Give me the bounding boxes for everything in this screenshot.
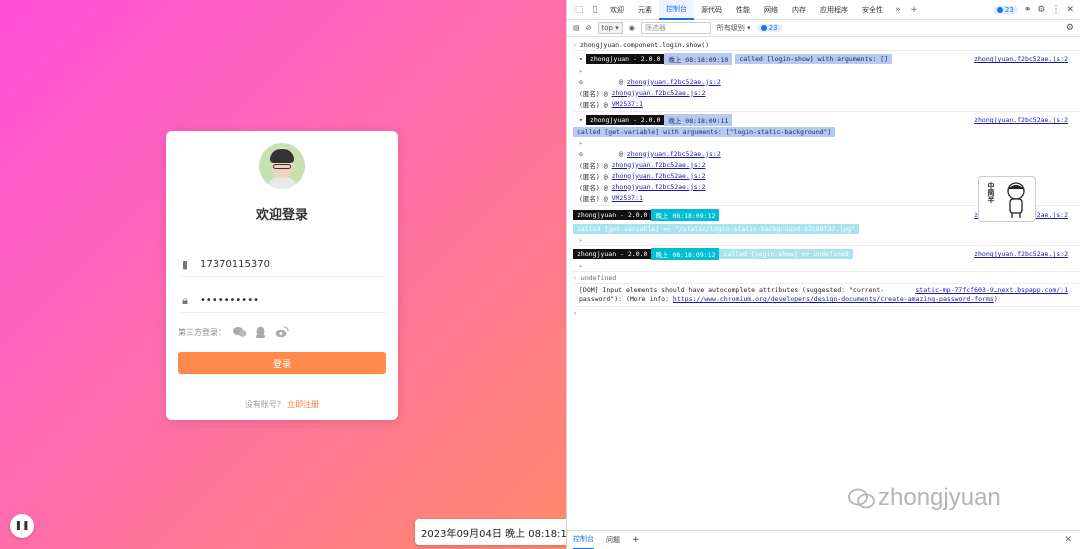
log-group-1[interactable]: ▾ zhongjyuan - 2.0.0 晚上 08:18:09:10 called…: [573, 53, 1080, 65]
no-account-text: 没有账号?: [244, 400, 282, 409]
phone-value: 17370115370: [200, 259, 270, 270]
drawer-tabbar: 控制台 问题 + ✕: [567, 530, 1080, 549]
tab-sources[interactable]: 源代码: [694, 0, 729, 20]
eye-icon[interactable]: ◉: [629, 24, 635, 32]
sidebar-toggle-icon[interactable]: ▤: [573, 24, 580, 32]
chromium-doc-link[interactable]: https://www.chromium.org/developers/desi…: [673, 295, 994, 303]
drawer-close-icon[interactable]: ✕: [1064, 535, 1072, 545]
login-card: 欢迎登录 ▮ 17370115370 🔒︎ •••••••••• 第三方登录： …: [166, 131, 398, 420]
weibo-icon[interactable]: [274, 325, 289, 339]
drawer-tab-console[interactable]: 控制台: [573, 531, 594, 549]
third-party-login: 第三方登录：: [178, 325, 289, 339]
welcome-title: 欢迎登录: [255, 208, 308, 223]
password-value: ••••••••••: [200, 295, 259, 306]
mascot-sticker: 中简半: [978, 176, 1036, 222]
pause-button[interactable]: ❚❚: [10, 514, 34, 538]
close-icon[interactable]: ✕: [1066, 5, 1074, 15]
clear-console-icon[interactable]: ⊘: [586, 24, 592, 32]
toolbar-issues-badge[interactable]: 23: [756, 24, 782, 32]
register-row: 没有账号? 立即注册: [166, 399, 398, 410]
levels-select[interactable]: 所有级别 ▾: [717, 23, 751, 33]
more-options-icon[interactable]: ⋮: [1051, 5, 1060, 15]
tab-performance[interactable]: 性能: [729, 0, 757, 20]
customize-icon[interactable]: ⚭: [1024, 5, 1032, 15]
register-link[interactable]: 立即注册: [287, 400, 319, 409]
return-value: undefined: [580, 273, 617, 282]
login-page: 欢迎登录 ▮ 17370115370 🔒︎ •••••••••• 第三方登录： …: [0, 0, 566, 549]
issues-badge[interactable]: 23: [992, 6, 1018, 14]
watermark: zhongjyuan: [848, 484, 1001, 512]
login-button[interactable]: 登录: [178, 352, 386, 374]
console-command: zhongjyuan.component.login.show(): [579, 40, 710, 49]
console-settings-icon[interactable]: ⚙: [1066, 23, 1074, 33]
inspect-icon[interactable]: ⬚: [571, 5, 587, 15]
log-group-2[interactable]: ▾ zhongjyuan - 2.0.0 晚上 08:18:09:11 zhong…: [573, 114, 1080, 126]
dom-warning: [DOM] Input elements should have autocom…: [579, 286, 1068, 303]
filter-input[interactable]: 筛选器: [640, 22, 711, 34]
tab-console[interactable]: 控制台: [659, 0, 694, 20]
drawer-add-icon[interactable]: +: [632, 535, 640, 545]
lock-icon: 🔒︎: [182, 293, 188, 307]
third-party-label: 第三方登录：: [178, 327, 226, 337]
tab-welcome[interactable]: 欢迎: [603, 0, 631, 20]
phone-field[interactable]: ▮ 17370115370: [178, 253, 386, 277]
source-link[interactable]: static-mp-77fcf603-9…next.bspapp.com/:1: [915, 286, 1068, 295]
log-group-4[interactable]: zhongjyuan - 2.0.0 晚上 08:18:09:12 called […: [573, 248, 1080, 260]
tab-application[interactable]: 应用程序: [813, 0, 855, 20]
tab-security[interactable]: 安全性: [855, 0, 890, 20]
avatar: [259, 143, 305, 189]
devtools-panel: ⬚ ▯ 欢迎 元素 控制台 源代码 性能 网络 内存 应用程序 安全性 » + …: [566, 0, 1080, 549]
devtools-tabbar: ⬚ ▯ 欢迎 元素 控制台 源代码 性能 网络 内存 应用程序 安全性 » + …: [567, 0, 1080, 20]
timestamp-badge: 2023年09月04日 晚上 08:18:12: [415, 519, 566, 545]
add-tab-icon[interactable]: +: [906, 5, 922, 15]
tab-memory[interactable]: 内存: [785, 0, 813, 20]
console-toolbar: ▤ ⊘ top ▾ ◉ 筛选器 所有级别 ▾ 23 ⚙: [567, 20, 1080, 37]
context-select[interactable]: top ▾: [597, 22, 623, 34]
more-tabs-icon[interactable]: »: [890, 5, 906, 15]
tab-network[interactable]: 网络: [757, 0, 785, 20]
mascot-label: 中简半: [987, 182, 995, 203]
console-prompt[interactable]: ›: [573, 307, 1080, 318]
tab-elements[interactable]: 元素: [631, 0, 659, 20]
wechat-icon[interactable]: [232, 325, 247, 339]
device-toggle-icon[interactable]: ▯: [587, 5, 603, 15]
qq-icon[interactable]: [253, 325, 268, 339]
source-link[interactable]: zhongjyuan.f2bc52ae.js:2: [974, 55, 1068, 63]
pause-icon: ❚❚: [14, 521, 30, 531]
drawer-tab-issues[interactable]: 问题: [606, 535, 620, 545]
source-link[interactable]: zhongjyuan.f2bc52ae.js:2: [974, 116, 1068, 124]
settings-icon[interactable]: ⚙: [1037, 5, 1045, 15]
source-link[interactable]: zhongjyuan.f2bc52ae.js:2: [974, 250, 1068, 258]
phone-icon: ▮: [181, 258, 189, 271]
password-field[interactable]: 🔒︎ ••••••••••: [178, 289, 386, 313]
